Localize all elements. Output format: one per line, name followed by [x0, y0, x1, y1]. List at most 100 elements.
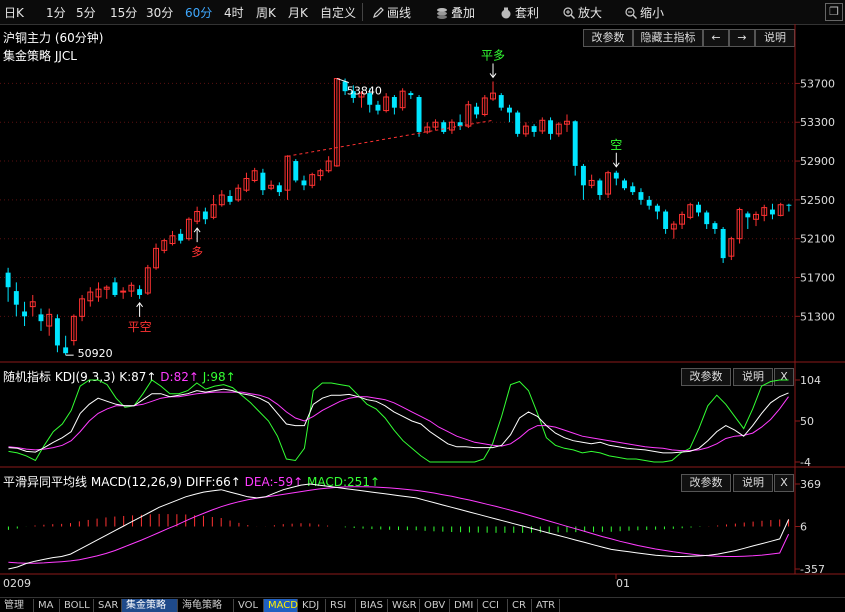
price-tick-label: 51700: [800, 272, 835, 285]
period-5min[interactable]: 5分: [76, 4, 96, 21]
candle-body-down: [654, 205, 660, 212]
tab-14[interactable]: CCI: [478, 599, 508, 612]
candle-body-down: [474, 106, 480, 115]
price-axis: 53700 53300 52900 52500 52100 51700 51300: [795, 77, 835, 323]
macd-lines: [7, 483, 790, 570]
arbitrage-button[interactable]: 套利: [500, 4, 539, 21]
candle-body-down: [63, 347, 69, 354]
stack-icon: [437, 8, 447, 19]
tab-15[interactable]: CR: [508, 599, 532, 612]
candle-body-down: [416, 96, 422, 132]
kdj-axis: 104 50 -4: [795, 374, 821, 469]
price-tick-label: 52500: [800, 194, 835, 207]
kdj-k-line: [8, 388, 789, 454]
draw-line-button[interactable]: 画线: [372, 4, 411, 21]
tab-7[interactable]: MACD: [264, 599, 298, 612]
price-chart[interactable]: 53840 50920 平空 多 平多空 53700 53300 52900 52500 521…: [0, 24, 845, 597]
signal-label: 空: [610, 138, 622, 152]
candle-body-down: [515, 112, 521, 134]
macd-tick-label: 369: [800, 478, 821, 491]
candle-body-down: [646, 199, 652, 206]
candle-body-down: [178, 233, 184, 241]
tab-4[interactable]: 集金策略: [122, 599, 178, 612]
restore-window-icon[interactable]: ❐: [825, 3, 843, 21]
candle-body-down: [22, 311, 28, 317]
period-1min[interactable]: 1分: [46, 4, 66, 21]
tab-0[interactable]: 管理: [0, 599, 34, 612]
kdj-lines: [8, 379, 789, 463]
tab-10[interactable]: BIAS: [356, 599, 388, 612]
high-label: 53840: [347, 85, 382, 98]
tab-12[interactable]: OBV: [420, 599, 450, 612]
kdj-tick-label: 104: [800, 374, 821, 387]
period-month[interactable]: 月K: [288, 4, 308, 21]
candle-body-down: [260, 172, 266, 191]
overlay-button[interactable]: 叠加: [436, 4, 475, 21]
tab-13[interactable]: DMI: [450, 599, 478, 612]
zoom-in-label: 放大: [578, 6, 603, 20]
tab-9[interactable]: RSI: [326, 599, 356, 612]
candle-body-down: [5, 272, 11, 288]
tab-11[interactable]: W&R: [388, 599, 420, 612]
period-custom[interactable]: 自定义: [320, 4, 356, 21]
candle-body-down: [572, 121, 578, 166]
pencil-icon: [373, 7, 384, 18]
candle-body-down: [638, 192, 644, 200]
period-week[interactable]: 周K: [256, 4, 276, 21]
candle-body-down: [375, 104, 381, 111]
candle-body-down: [597, 180, 603, 196]
period-day[interactable]: 日K: [4, 4, 24, 21]
period-toolbar: 日K 1分 5分 15分 30分 60分 4时 周K 月K 自定义 画线 叠加 …: [0, 0, 845, 25]
zoom-in-icon: [563, 7, 575, 19]
candle-body-down: [613, 172, 619, 179]
zoom-in-button[interactable]: 放大: [563, 4, 602, 21]
candle-body-down: [769, 209, 775, 215]
candle-body-down: [696, 204, 701, 213]
candle-body-down: [712, 223, 718, 229]
candle-body-down: [54, 318, 60, 346]
candle-body-down: [276, 185, 282, 193]
candle-body-down: [227, 195, 233, 202]
tab-3[interactable]: SAR: [94, 599, 122, 612]
candle-body-down: [13, 291, 19, 305]
money-bag-icon: [501, 7, 511, 19]
candle-body-down: [663, 211, 669, 229]
candle-body-down: [441, 122, 447, 132]
price-tick-label: 52900: [800, 155, 835, 168]
candle-body-down: [786, 204, 792, 206]
candle-body-down: [137, 289, 143, 295]
signal-label: 平多: [481, 48, 505, 62]
zoom-out-icon: [625, 7, 637, 19]
candle-body-down: [704, 212, 710, 225]
candle-body-down: [391, 96, 397, 108]
tab-8[interactable]: KDJ: [298, 599, 326, 612]
indicator-tabs: 管理 MA BOLL SAR 集金策略 海龟策略 VOL MACD KDJ RSI BIAS W&R O…: [0, 597, 845, 612]
candle-body-up: [120, 290, 127, 293]
macd-tick-label: 6: [800, 521, 807, 534]
period-60min[interactable]: 60分: [185, 4, 212, 21]
time-label: 01: [616, 577, 630, 590]
tab-2[interactable]: BOLL: [60, 599, 94, 612]
price-tick-label: 53700: [800, 77, 835, 90]
price-tick-label: 51300: [800, 310, 835, 323]
tab-5[interactable]: 海龟策略: [178, 599, 234, 612]
time-axis: 0209 01: [3, 574, 630, 590]
candle-body-down: [301, 180, 307, 186]
macd-tick-label: -357: [800, 563, 825, 576]
candle-body-down: [498, 95, 504, 108]
zoom-out-button[interactable]: 缩小: [625, 4, 664, 21]
candle-body-down: [630, 186, 636, 193]
period-15min[interactable]: 15分: [110, 4, 137, 21]
candle-body-down: [38, 314, 44, 322]
tab-16[interactable]: ATR: [532, 599, 560, 612]
main-annotations: 53840 50920 平空 多 平多空: [65, 48, 622, 360]
price-tick-label: 52100: [800, 233, 835, 246]
candle-body-down: [506, 107, 512, 113]
period-4h[interactable]: 4时: [224, 4, 244, 21]
candlesticks: [5, 78, 792, 356]
tab-6[interactable]: VOL: [234, 599, 264, 612]
overlay-label: 叠加: [451, 6, 476, 20]
tab-1[interactable]: MA: [34, 599, 60, 612]
period-30min[interactable]: 30分: [146, 4, 173, 21]
candle-body-down: [580, 165, 586, 186]
